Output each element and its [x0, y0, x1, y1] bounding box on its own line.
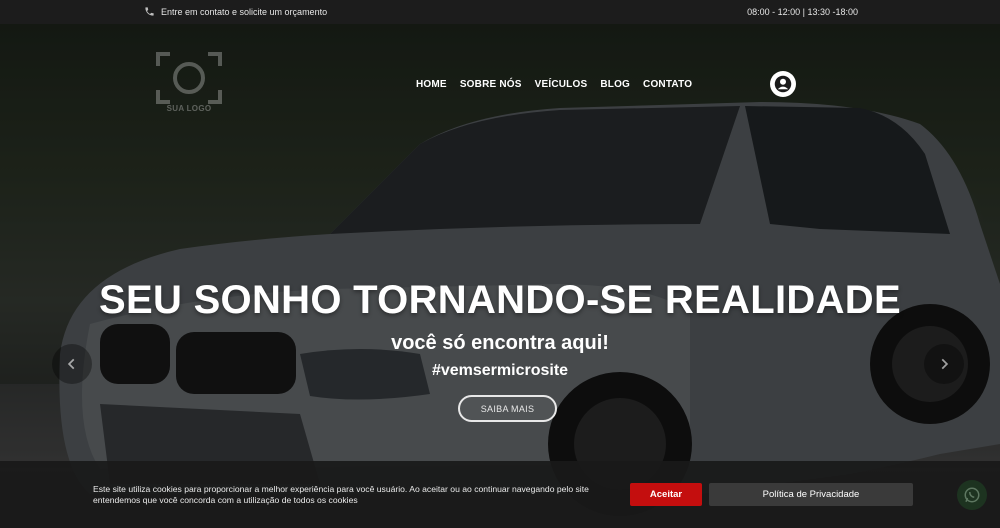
nav-home[interactable]: HOME: [416, 79, 447, 90]
logo-text: SUA LOGO: [166, 104, 212, 113]
cookie-banner: Este site utiliza cookies para proporcio…: [0, 461, 1000, 528]
contact-text: Entre em contato e solicite um orçamento: [161, 6, 328, 17]
user-account-button[interactable]: [770, 71, 796, 97]
phone-icon: [145, 7, 154, 16]
whatsapp-icon: [964, 487, 980, 503]
user-icon: [774, 75, 792, 93]
cookie-text: Este site utiliza cookies para proporcio…: [93, 484, 589, 505]
nav-blog[interactable]: BLOG: [600, 79, 630, 90]
nav-veiculos[interactable]: VEÍCULOS: [535, 79, 588, 90]
accept-cookies-button[interactable]: Aceitar: [630, 483, 702, 506]
camera-frame-icon: [156, 52, 222, 104]
privacy-policy-button[interactable]: Política de Privacidade: [709, 483, 913, 506]
hero-banner: SUA LOGO HOME SOBRE NÓS VEÍCULOS BLOG CO…: [0, 24, 1000, 528]
contact-info[interactable]: Entre em contato e solicite um orçamento: [144, 6, 327, 17]
nav-sobre-nos[interactable]: SOBRE NÓS: [460, 79, 522, 90]
nav-contato[interactable]: CONTATO: [643, 79, 692, 90]
saiba-mais-button[interactable]: SAIBA MAIS: [458, 395, 557, 422]
main-nav: HOME SOBRE NÓS VEÍCULOS BLOG CONTATO: [416, 79, 692, 90]
hero-overlay: [0, 24, 1000, 528]
business-hours: 08:00 - 12:00 | 13:30 -18:00: [747, 7, 858, 17]
hero-subline: você só encontra aqui!: [391, 332, 609, 354]
hero-hashtag: #vemsermicrosite: [431, 362, 569, 379]
site-logo[interactable]: SUA LOGO: [156, 52, 222, 113]
top-bar: Entre em contato e solicite um orçamento…: [0, 0, 1000, 24]
hero-headline: SEU SONHO TORNANDO-SE REALIDADE: [99, 278, 901, 322]
whatsapp-button[interactable]: [957, 480, 987, 510]
